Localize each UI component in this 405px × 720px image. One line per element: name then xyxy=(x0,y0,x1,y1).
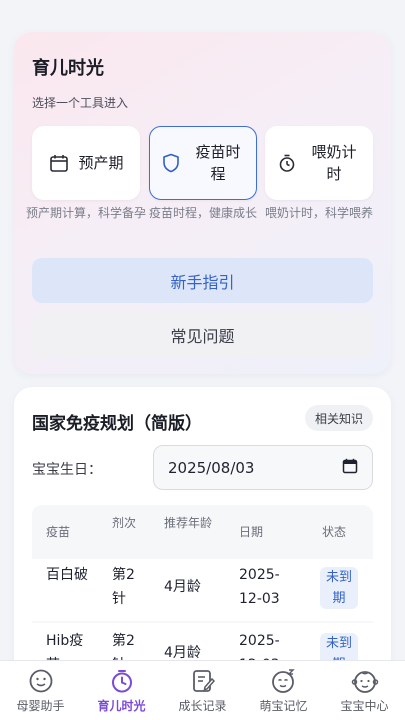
beginner-guide-button[interactable]: 新手指引 xyxy=(32,258,373,303)
birthday-label: 宝宝生日： xyxy=(32,462,102,478)
timer-icon xyxy=(107,667,137,695)
sleepy-face-icon xyxy=(269,667,299,695)
tab-cute-baby-memories[interactable]: 萌宝记忆 xyxy=(243,661,324,720)
tab-growth-record[interactable]: 成长记录 xyxy=(162,661,243,720)
faq-button[interactable]: 常见问题 xyxy=(32,312,373,357)
status-badge: 未到期 xyxy=(320,633,358,660)
birthday-date-input[interactable]: 2025/08/03 xyxy=(153,445,373,490)
vaccine-name: 百白破 xyxy=(46,567,88,583)
tab-label: 萌宝记忆 xyxy=(259,699,308,713)
tool-feeding-timer[interactable]: 喂奶计时 xyxy=(265,126,373,200)
related-knowledge-button[interactable]: 相关知识 xyxy=(304,405,373,431)
shield-icon xyxy=(160,152,182,174)
bottom-tab-bar: 母婴助手 育儿时光 成长记录 萌宝记忆 宝宝中心 xyxy=(0,660,405,720)
tab-label: 育儿时光 xyxy=(97,699,146,713)
immunization-plan-card: 国家免疫规划（简版） 相关知识 宝宝生日： 2025/08/03 疫苗 剂次 推… xyxy=(14,387,391,660)
table-header: 疫苗 剂次 推荐年龄 日期 状态 xyxy=(32,505,373,559)
dose-number: 第2针 xyxy=(112,567,135,607)
vaccine-date: 2025-12-03 xyxy=(239,567,280,607)
tool-description: 疫苗时程，健康成长 xyxy=(148,206,257,220)
column-header: 日期 xyxy=(239,525,264,539)
tool-label: 喂奶计时 xyxy=(311,143,357,183)
vaccine-date: 2025-12-03 xyxy=(239,633,280,660)
tab-label: 宝宝中心 xyxy=(340,699,389,713)
tab-parenting-time[interactable]: 育儿时光 xyxy=(81,661,162,720)
stopwatch-icon xyxy=(276,152,298,174)
plan-title: 国家免疫规划（简版） xyxy=(32,414,202,434)
tab-label: 成长记录 xyxy=(178,699,227,713)
vaccine-name: Hib疫苗 xyxy=(46,633,84,660)
vaccine-table: 疫苗 剂次 推荐年龄 日期 状态 百白破 第2针 4月龄 2025-12-03 … xyxy=(32,505,373,660)
tab-mother-baby-assistant[interactable]: 母婴助手 xyxy=(0,661,81,720)
smiley-icon xyxy=(26,667,56,695)
tool-label: 预产期 xyxy=(78,154,124,172)
tab-label: 母婴助手 xyxy=(16,699,65,713)
column-header: 推荐年龄 xyxy=(164,516,213,530)
table-row[interactable]: 百白破 第2针 4月龄 2025-12-03 未到期 xyxy=(32,559,373,621)
tool-label: 疫苗时程 xyxy=(195,143,241,183)
column-header: 剂次 xyxy=(112,516,137,530)
calendar-icon xyxy=(48,152,70,174)
table-row[interactable]: Hib疫苗 第2针 4月龄 2025-12-03 未到期 xyxy=(32,623,373,660)
baby-face-icon xyxy=(350,667,380,695)
section-title: 育儿时光 xyxy=(32,58,104,79)
birthday-value: 2025/08/03 xyxy=(168,458,255,477)
tab-baby-center[interactable]: 宝宝中心 xyxy=(324,661,405,720)
dose-number: 第2针 xyxy=(112,633,135,660)
section-subtitle: 选择一个工具进入 xyxy=(32,96,129,110)
parenting-tools-card: 育儿时光 选择一个工具进入 预产期 疫苗时程 喂奶计时 预产期计算，科学备孕 疫… xyxy=(14,32,391,374)
tool-description: 预产期计算，科学备孕 xyxy=(26,206,147,220)
recommended-age: 4月龄 xyxy=(164,645,201,660)
notepad-icon xyxy=(188,667,218,695)
calendar-picker-icon[interactable] xyxy=(342,458,358,478)
tool-due-date[interactable]: 预产期 xyxy=(32,126,140,200)
main-scroll-area[interactable]: 育儿时光 选择一个工具进入 预产期 疫苗时程 喂奶计时 预产期计算，科学备孕 疫… xyxy=(0,0,405,660)
tool-description: 喂奶计时，科学喂养 xyxy=(264,206,373,220)
column-header: 疫苗 xyxy=(46,525,71,539)
column-header: 状态 xyxy=(322,525,347,539)
tool-vaccine-schedule[interactable]: 疫苗时程 xyxy=(149,126,257,200)
status-badge: 未到期 xyxy=(320,567,358,609)
recommended-age: 4月龄 xyxy=(164,579,201,595)
